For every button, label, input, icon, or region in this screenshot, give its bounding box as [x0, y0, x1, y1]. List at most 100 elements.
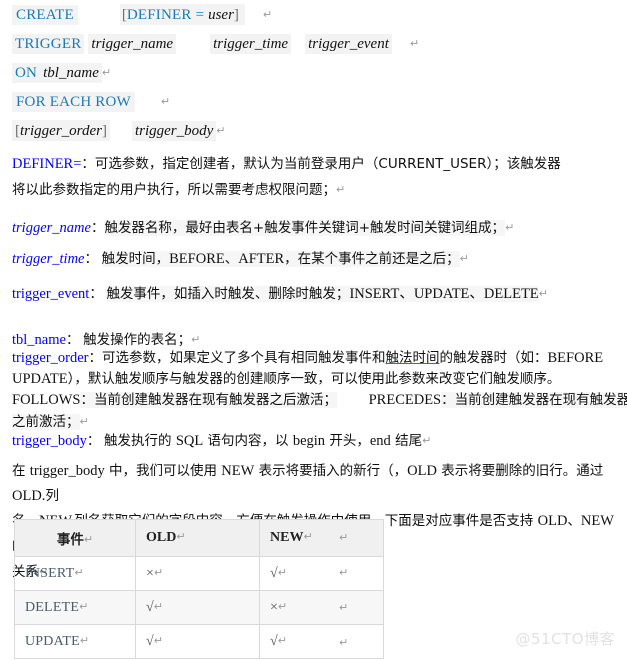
bracket-close: ] [233, 7, 239, 23]
definition-text-order-a: 可选参数，如果定义了多个具有相同触发事件和 [102, 350, 386, 366]
definition-text-order-c: ），默认触发顺序与触发器的创建顺序一致，可以使用此参数来改变它们触发顺序。 [67, 371, 561, 387]
table-header-old-label: OLD [146, 530, 177, 545]
keyword-precedes: PRECEDES [368, 392, 442, 408]
placeholder-trigger-event: trigger_event [305, 34, 392, 54]
table-cell-new: ×↵ [259, 590, 384, 625]
colon: ： [65, 332, 80, 348]
definition-text-order-misspelled: 触法时间 [385, 350, 440, 366]
definition-term-definer: DEFINER= [12, 156, 82, 172]
paragraph-mark: ↵ [303, 530, 313, 543]
syntax-line-on: ON tbl_name ↵ [12, 58, 627, 87]
paragraph-mark: ↵ [277, 599, 288, 613]
table-header-old: OLD↵ [135, 519, 260, 557]
document-page: CREATE [DEFINER = user] ↵ TRIGGER trigge… [0, 0, 627, 661]
note-keyword-new: NEW [221, 463, 255, 479]
keyword-sql: SQL [175, 433, 204, 449]
note-code-trigger-body: trigger_body [29, 463, 105, 479]
paragraph-mark: ↵ [153, 599, 163, 613]
colon: ： [81, 156, 95, 172]
paragraph-mark: ↵ [79, 599, 89, 613]
table-cell-event-label: INSERT [25, 565, 75, 581]
placeholder-trigger-name: trigger_name [88, 34, 177, 54]
definition-term-trigger-time: trigger_time [12, 251, 85, 267]
paragraph-mark: ↵ [79, 633, 90, 647]
definition-text-trigger-time-cn1: 触发时间， [101, 251, 170, 267]
keyword-follows: FOLLOWS [12, 392, 81, 408]
paragraph-mark: ↵ [277, 565, 287, 579]
colon: ： [86, 433, 101, 449]
placeholder-trigger-time: trigger_time [210, 34, 292, 54]
table-cell-new-value: √ [270, 633, 278, 649]
syntax-line-create: CREATE [DEFINER = user] ↵ [12, 0, 627, 29]
row-end-mark: ↵ [339, 531, 349, 544]
table-cell-event-label: DELETE [25, 599, 80, 615]
placeholder-trigger-body: trigger_body [131, 121, 217, 141]
syntax-line-order-body: [trigger_order] trigger_body ↵ [12, 116, 627, 145]
colon: ： [90, 220, 105, 236]
note-keyword-old-2: OLD [537, 513, 568, 529]
paragraph-mark: ↵ [153, 565, 164, 579]
definition-text-definer-2: 将以此参数指定的用户执行，所以需要考虑权限问题； [12, 182, 336, 198]
paragraph-mark: ↵ [422, 434, 432, 447]
colon: ： [89, 286, 103, 302]
row-end-mark: ↵ [339, 601, 349, 614]
colon: ： [88, 350, 103, 366]
paragraph-mark: ↵ [336, 183, 346, 196]
paragraph-mark: ↵ [191, 333, 201, 346]
table-cell-old-value: √ [146, 599, 154, 615]
sql-syntax-block: CREATE [DEFINER = user] ↵ TRIGGER trigge… [0, 0, 627, 145]
definition-trigger-event: trigger_event： 触发事件，如插入时触发、删除时触发；INSERT、… [12, 281, 624, 307]
paragraph-mark: ↵ [216, 124, 226, 137]
definition-text-definer-1: 可选参数，指定创建者，默认为当前登录用户（CURRENT_USER）；该触发器 [94, 156, 561, 172]
definition-text-trigger-name: 触发器名称，最好由表名+触发事件关键词+触发时间关键词组成； [104, 220, 506, 236]
table-cell-old: ×↵ [135, 556, 260, 591]
paragraph-mark: ↵ [74, 565, 84, 579]
placeholder-trigger-order: trigger_order [20, 123, 102, 139]
definition-term-trigger-order: trigger_order [12, 350, 89, 366]
note-keyword-old: OLD [407, 463, 437, 479]
table-body: INSERT↵ ×↵ √↵ DELETE↵ √↵ ×↵ UPDATE↵ √↵ √… [14, 556, 384, 659]
definition-text-order-b: 的触发器时（如： [439, 350, 548, 366]
keyword-begin: begin [292, 433, 326, 449]
definition-term-trigger-event: trigger_event [12, 286, 90, 302]
paragraph-mark: ↵ [409, 37, 420, 50]
table-cell-new: √↵ [259, 556, 384, 591]
definition-text-body-cn1: 触发执行的 [104, 433, 176, 449]
definition-text-follows: ：当前创建触发器在现有触发器之后激活； [80, 392, 337, 408]
keyword-trigger: TRIGGER [12, 34, 85, 54]
table-cell-old: √↵ [135, 590, 260, 625]
keyword-for-each-row: FOR EACH ROW [12, 92, 135, 112]
table-head: 事件↵ OLD↵ NEW↵ [14, 519, 384, 557]
old-new-support-table-wrapper: 事件↵ OLD↵ NEW↵ INSERT↵ ×↵ √↵ DELETE↵ √↵ ×… [14, 519, 384, 659]
definition-term-trigger-name: trigger_name [12, 220, 91, 236]
table-cell-event: UPDATE↵ [14, 624, 136, 659]
table-cell-event: DELETE↵ [14, 590, 136, 625]
paragraph-mark: ↵ [79, 415, 89, 428]
table-row: DELETE↵ √↵ ×↵ [14, 590, 384, 625]
paragraph-mark: ↵ [176, 530, 186, 543]
paragraph-mark: ↵ [83, 532, 94, 546]
table-header-event-label: 事件 [56, 531, 84, 548]
keyword-end: end [369, 433, 391, 449]
table-row: UPDATE↵ √↵ √↵ [14, 624, 384, 659]
definition-text-body-cn3: 开头， [325, 433, 370, 449]
note-line1-d: 表示将要删除的旧行。通过 [436, 463, 604, 479]
table-row: INSERT↵ ×↵ √↵ [14, 556, 384, 591]
paragraph-mark: ↵ [160, 95, 171, 108]
paragraph-mark: ↵ [459, 252, 469, 265]
definition-trigger-body: trigger_body： 触发执行的 SQL 语句内容，以 begin 开头，… [12, 428, 624, 454]
definition-text-body-cn4: 结尾 [390, 433, 423, 449]
definition-definer: DEFINER=：可选参数，指定创建者，默认为当前登录用户（CURRENT_US… [12, 152, 624, 203]
old-new-support-table: 事件↵ OLD↵ NEW↵ INSERT↵ ×↵ √↵ DELETE↵ √↵ ×… [14, 519, 384, 659]
definition-trigger-name: trigger_name：触发器名称，最好由表名+触发事件关键词+触发时间关键词… [12, 215, 624, 241]
definition-term-trigger-body: trigger_body [12, 433, 87, 449]
keyword-on: ON [12, 63, 41, 83]
definition-text-trigger-time-cn2: ，在某个事件之前还是之后； [284, 251, 460, 267]
paragraph-mark: ↵ [505, 221, 515, 234]
definition-text-trigger-event-en: INSERT、UPDATE、DELETE [349, 286, 539, 302]
row-end-mark: ↵ [339, 636, 349, 649]
note-line1-e: 列 [45, 488, 59, 504]
definition-term-tbl-name: tbl_name [12, 332, 66, 348]
table-header-new: NEW↵ [259, 519, 384, 557]
table-cell-new-value: √ [270, 565, 278, 581]
